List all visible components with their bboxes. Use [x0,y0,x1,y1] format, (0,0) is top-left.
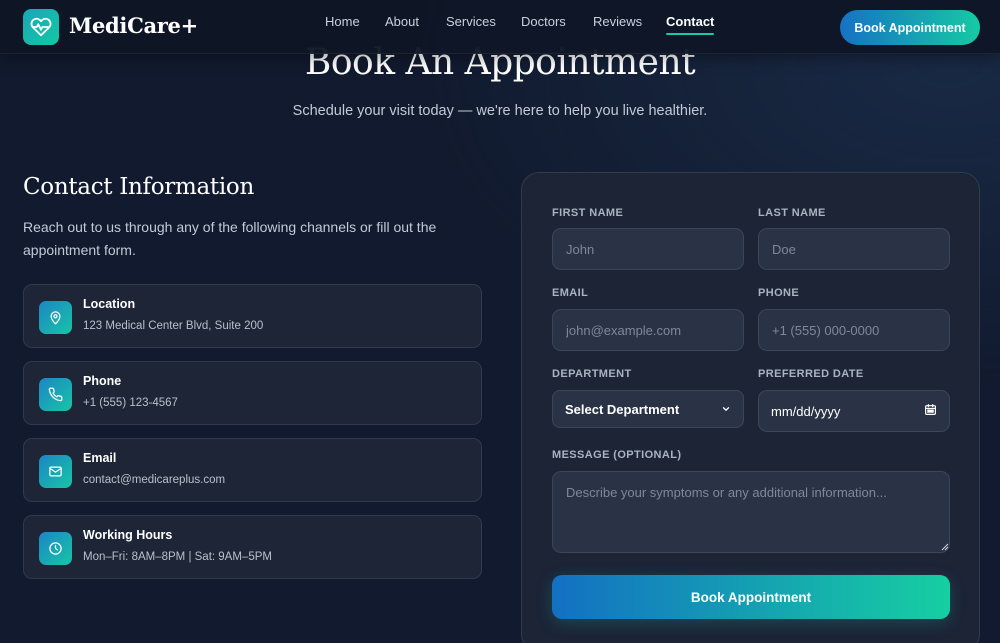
nav-book-appointment-button[interactable]: Book Appointment [840,10,980,45]
phone-icon [39,378,72,411]
contact-card-value: +1 (555) 123-4567 [83,397,178,409]
phone-input[interactable] [758,309,950,351]
email-input[interactable] [552,309,744,351]
preferred-date-input[interactable]: mm/dd/yyyy [758,390,950,432]
contact-info-description: Reach out to us through any of the follo… [23,219,437,258]
nav-link-doctors[interactable]: Doctors [521,14,566,29]
contact-card-hours: Working Hours Mon–Fri: 8AM–8PM | Sat: 9A… [23,515,482,579]
contact-info-heading: Contact Information [23,174,254,200]
nav-link-home[interactable]: Home [325,14,360,29]
preferred-date-value: mm/dd/yyyy [771,403,841,419]
message-label: MESSAGE (OPTIONAL) [552,449,682,461]
top-navbar: MediCare+ Home About Services Doctors Re… [0,0,1000,54]
appointment-form: FIRST NAME LAST NAME EMAIL PHONE DEPARTM… [521,172,980,643]
contact-card-value: Mon–Fri: 8AM–8PM | Sat: 9AM–5PM [83,551,272,563]
contact-card-value: contact@medicareplus.com [83,474,226,486]
mail-icon [39,455,72,488]
department-label: DEPARTMENT [552,368,632,380]
preferred-date-label: PREFERRED DATE [758,368,864,380]
contact-card-phone: Phone +1 (555) 123-4567 [23,361,482,425]
calendar-icon[interactable] [924,403,937,419]
message-textarea[interactable] [552,471,950,553]
contact-card-label: Location [83,297,136,311]
last-name-input[interactable] [758,228,950,270]
contact-card-email: Email contact@medicareplus.com [23,438,482,502]
nav-link-services[interactable]: Services [446,14,496,29]
phone-label: PHONE [758,287,800,299]
contact-card-location: Location 123 Medical Center Blvd, Suite … [23,284,482,348]
contact-card-label: Working Hours [83,528,173,542]
contact-card-label: Email [83,451,117,465]
department-select[interactable]: Select Department [552,390,744,428]
last-name-label: LAST NAME [758,207,826,219]
first-name-label: FIRST NAME [552,207,624,219]
department-select-value: Select Department [565,401,680,417]
first-name-input[interactable] [552,228,744,270]
page-subtitle: Schedule your visit today — we're here t… [292,103,708,119]
contact-card-value: 123 Medical Center Blvd, Suite 200 [83,320,264,332]
nav-link-about[interactable]: About [385,14,419,29]
submit-book-appointment-button[interactable]: Book Appointment [552,575,950,619]
clock-icon [39,532,72,565]
nav-link-reviews[interactable]: Reviews [593,14,642,29]
email-label: EMAIL [552,287,589,299]
nav-link-contact[interactable]: Contact [666,14,715,35]
resize-grip-icon[interactable] [941,543,949,551]
chevron-down-icon [721,402,731,417]
contact-card-label: Phone [83,374,122,388]
map-pin-icon [39,301,72,334]
